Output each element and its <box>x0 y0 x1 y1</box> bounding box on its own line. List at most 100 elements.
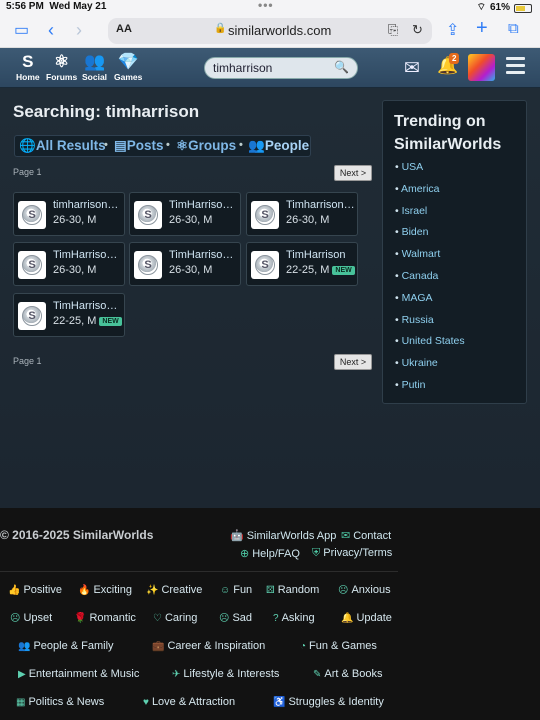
tab-all-results[interactable]: 🌐All Results <box>19 138 106 154</box>
avatar[interactable] <box>468 54 495 81</box>
nav-home[interactable]: S Home <box>16 52 40 82</box>
footer-help-link[interactable]: ⊕ Help/FAQ <box>240 547 300 560</box>
user-result-card[interactable]: S TimHarrison 22-25, M NEW <box>246 242 358 286</box>
trending-item[interactable]: United States <box>395 333 465 355</box>
category-link[interactable]: 👥 People & Family <box>18 640 114 652</box>
extension-icon[interactable]: ⎘ <box>388 22 398 38</box>
category-link[interactable]: ✈ Lifestyle & Interests <box>172 668 279 680</box>
tab-people[interactable]: 👥People <box>248 138 309 154</box>
next-page-button-bottom[interactable]: Next > <box>334 354 372 370</box>
forward-icon[interactable]: › <box>76 20 82 41</box>
url-text[interactable]: similarworlds.com <box>228 23 331 38</box>
footer-app-link[interactable]: 🤖 SimilarWorlds App <box>230 529 336 542</box>
user-result-card[interactable]: S Timharrison… 26-30, M <box>246 192 358 236</box>
search-box: 🔍 <box>204 57 358 79</box>
user-avatar[interactable]: S <box>18 251 46 279</box>
category-link[interactable]: ♥ Love & Attraction <box>143 696 235 708</box>
user-name[interactable]: timharrison… <box>53 199 123 211</box>
category-link[interactable]: ◔ Fun & Games <box>300 640 377 652</box>
category-link[interactable]: ♡ Caring <box>153 612 197 624</box>
back-icon[interactable]: ‹ <box>48 20 54 41</box>
category-link[interactable]: ✨ Creative <box>146 584 202 596</box>
user-age-gender: 22-25, M NEW <box>286 264 355 276</box>
reader-settings-button[interactable]: AA <box>116 23 132 35</box>
tabs-icon[interactable]: ⧉ <box>508 20 519 37</box>
posts-icon: ▤ <box>114 138 127 153</box>
hamburger-menu-icon[interactable] <box>506 57 525 75</box>
user-name[interactable]: TimHarriso… <box>53 300 123 312</box>
user-name[interactable]: TimHarrison <box>286 249 356 261</box>
user-age-gender: 26-30, M <box>53 264 97 276</box>
user-avatar[interactable]: S <box>18 302 46 330</box>
trending-item[interactable]: MAGA <box>395 290 465 312</box>
category-link[interactable]: ✎ Art & Books <box>313 668 382 680</box>
category-icon: 👥 <box>18 641 31 652</box>
category-link[interactable]: 💼 Career & Inspiration <box>152 640 265 652</box>
trending-panel: Trending on SimilarWorlds USAAmericaIsra… <box>382 100 527 404</box>
category-link[interactable]: ♿ Struggles & Identity <box>273 696 384 708</box>
category-link[interactable]: 🔔 Update <box>341 612 392 624</box>
similarworlds-logo-icon: S <box>138 255 158 275</box>
search-icon[interactable]: 🔍 <box>334 60 349 74</box>
nav-forums[interactable]: ⚛ Forums <box>46 52 77 82</box>
similarworlds-logo-icon: S <box>22 205 42 225</box>
user-result-card[interactable]: S TimHarriso… 26-30, M <box>13 242 125 286</box>
category-link[interactable]: 🌹 Romantic <box>74 612 136 624</box>
user-avatar[interactable]: S <box>18 201 46 229</box>
battery-percent: 61% <box>489 2 510 13</box>
user-avatar[interactable]: S <box>134 251 162 279</box>
user-avatar[interactable]: S <box>251 251 279 279</box>
user-result-card[interactable]: S TimHarriso… 26-30, M <box>129 242 241 286</box>
category-link[interactable]: ▶ Entertainment & Music <box>18 668 139 680</box>
user-name[interactable]: TimHarriso… <box>169 199 239 211</box>
category-link[interactable]: 👍 Positive <box>8 584 62 596</box>
category-link[interactable]: ☺ Fun <box>220 584 252 596</box>
user-avatar[interactable]: S <box>251 201 279 229</box>
footer-privacy-link[interactable]: ⛨ Privacy/Terms <box>312 547 392 560</box>
sidebar-icon[interactable]: ▭ <box>14 20 29 40</box>
category-link[interactable]: ▦ Politics & News <box>16 696 104 708</box>
trending-item[interactable]: America <box>395 181 465 203</box>
category-icon: ✎ <box>313 669 322 680</box>
user-name[interactable]: TimHarriso… <box>53 249 123 261</box>
trending-item[interactable]: Walmart <box>395 246 465 268</box>
home-icon: S <box>22 52 34 71</box>
category-icon: 🔥 <box>78 585 91 596</box>
user-result-card[interactable]: S TimHarriso… 26-30, M <box>129 192 241 236</box>
user-avatar[interactable]: S <box>134 201 162 229</box>
category-link[interactable]: ☹ Upset <box>10 612 52 624</box>
multitask-dots-icon[interactable]: ••• <box>258 0 274 12</box>
footer-contact-link[interactable]: ✉ Contact <box>341 529 391 542</box>
reload-icon[interactable]: ↻ <box>412 22 423 38</box>
next-page-button-top[interactable]: Next > <box>334 165 372 181</box>
trending-item[interactable]: Canada <box>395 268 465 290</box>
user-result-card[interactable]: Stimharrison… 26-30, M <box>13 192 125 236</box>
user-result-card[interactable]: S TimHarriso… 22-25, M NEW <box>13 293 125 337</box>
mail-icon[interactable]: ✉ <box>404 57 420 80</box>
trending-item[interactable]: Ukraine <box>395 355 465 377</box>
user-age-gender: 26-30, M <box>53 214 97 226</box>
category-icon: 💼 <box>152 641 165 652</box>
address-bar[interactable]: AA 🔒 similarworlds.com ⎘ ↻ <box>108 18 432 44</box>
user-name[interactable]: Timharrison… <box>286 199 356 211</box>
category-link[interactable]: ⚄ Random <box>266 584 319 596</box>
tab-groups[interactable]: ⚛Groups <box>176 138 236 154</box>
trending-item[interactable]: Putin <box>395 377 465 399</box>
nav-social[interactable]: 👥 Social <box>82 52 107 82</box>
category-icon: ☹ <box>219 613 230 624</box>
trending-item[interactable]: Biden <box>395 224 465 246</box>
trending-item[interactable]: Russia <box>395 312 465 334</box>
trending-item[interactable]: USA <box>395 159 465 181</box>
category-icon: ▶ <box>18 669 26 680</box>
share-icon[interactable]: ⇪ <box>446 20 459 40</box>
category-link[interactable]: ☹ Sad <box>219 612 252 624</box>
category-link[interactable]: ☹ Anxious <box>338 584 391 596</box>
category-link[interactable]: 🔥 Exciting <box>78 584 132 596</box>
nav-games[interactable]: 💎 Games <box>114 52 142 82</box>
new-tab-icon[interactable]: + <box>476 17 488 40</box>
category-link[interactable]: ? Asking <box>273 612 315 624</box>
search-input[interactable] <box>213 61 333 75</box>
user-name[interactable]: TimHarriso… <box>169 249 239 261</box>
trending-item[interactable]: Israel <box>395 203 465 225</box>
tab-posts[interactable]: ▤Posts <box>114 138 164 154</box>
